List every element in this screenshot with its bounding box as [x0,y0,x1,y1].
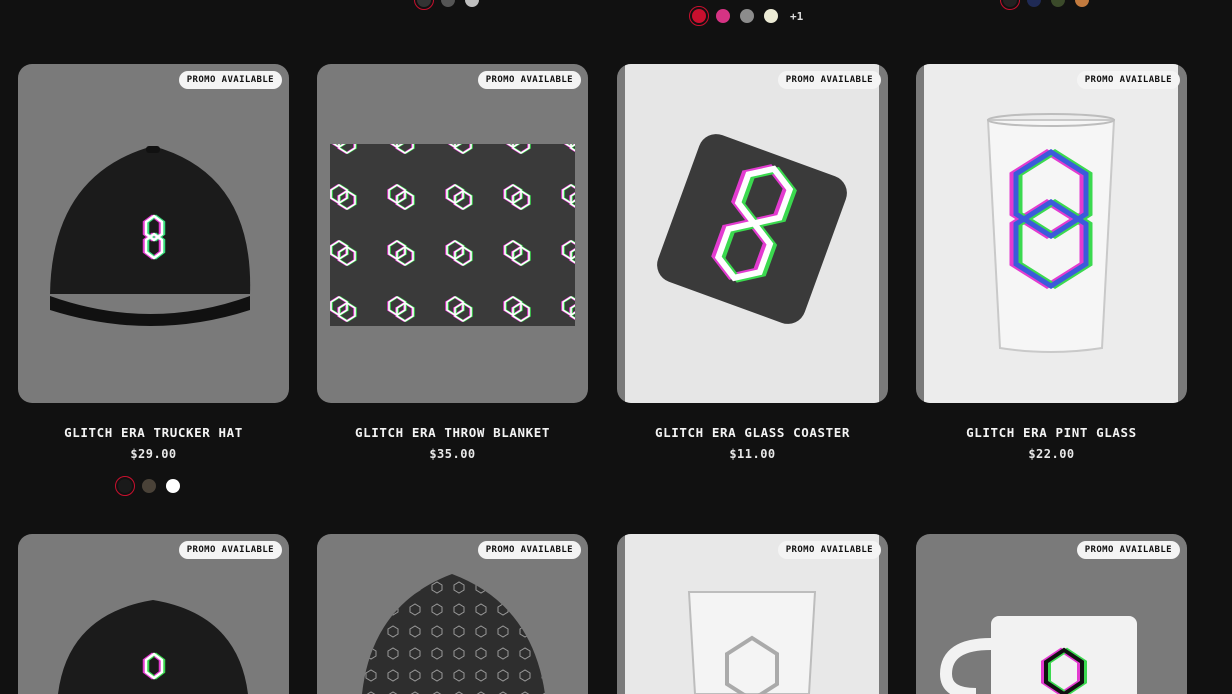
product-price: $35.00 [429,447,476,461]
glass-coaster-image [625,64,879,403]
promo-badge: PROMO AVAILABLE [777,541,881,559]
color-swatch[interactable] [1051,0,1065,7]
color-swatch[interactable] [414,0,434,10]
throw-blanket-image [330,144,575,326]
product-card-trucker-hat[interactable]: PROMO AVAILABLE [18,64,289,403]
product-card-hoodie[interactable]: PROMO AVAILABLE [317,534,588,694]
color-swatch-white[interactable] [166,479,180,493]
promo-badge: PROMO AVAILABLE [477,71,581,89]
product-title[interactable]: GLITCH ERA GLASS COASTER [617,425,888,440]
color-swatch[interactable] [465,0,479,7]
color-swatch[interactable] [1000,0,1020,10]
trucker-hat-swatches [115,476,180,496]
product-title[interactable]: GLITCH ERA THROW BLANKET [317,425,588,440]
product-card-pint-glass[interactable]: PROMO AVAILABLE [916,64,1187,403]
product-card-glass-2[interactable]: PROMO AVAILABLE [617,534,888,694]
promo-badge: PROMO AVAILABLE [777,71,881,89]
promo-badge: PROMO AVAILABLE [178,541,282,559]
product-card-glass-coaster[interactable]: PROMO AVAILABLE [617,64,888,403]
color-swatch-red[interactable] [689,6,709,26]
color-swatch-grey[interactable] [740,9,754,23]
promo-badge: PROMO AVAILABLE [1076,71,1180,89]
promo-badge: PROMO AVAILABLE [1076,541,1180,559]
color-swatch[interactable] [441,0,455,7]
color-swatch-black[interactable] [115,476,135,496]
product-title[interactable]: GLITCH ERA TRUCKER HAT [18,425,289,440]
swatch-row-top-3 [1000,0,1089,10]
swatch-row-top-1 [414,0,479,10]
color-swatch-brown[interactable] [142,479,156,493]
pint-glass-image [924,64,1178,403]
trucker-hat-image [50,146,251,326]
color-swatch[interactable] [1075,0,1089,7]
promo-badge: PROMO AVAILABLE [178,71,282,89]
swatch-row-top-2: +1 [689,6,803,26]
color-swatch-pink[interactable] [716,9,730,23]
product-price: $22.00 [1028,447,1075,461]
product-card-hat-2[interactable]: PROMO AVAILABLE [18,534,289,694]
product-card-throw-blanket[interactable]: PROMO AVAILABLE [317,64,588,403]
more-colors-label[interactable]: +1 [790,10,803,23]
promo-badge: PROMO AVAILABLE [477,541,581,559]
product-price: $11.00 [729,447,776,461]
color-swatch-cream[interactable] [764,9,778,23]
product-card-mug[interactable]: PROMO AVAILABLE [916,534,1187,694]
product-price: $29.00 [130,447,177,461]
color-swatch[interactable] [1027,0,1041,7]
product-title[interactable]: GLITCH ERA PINT GLASS [916,425,1187,440]
